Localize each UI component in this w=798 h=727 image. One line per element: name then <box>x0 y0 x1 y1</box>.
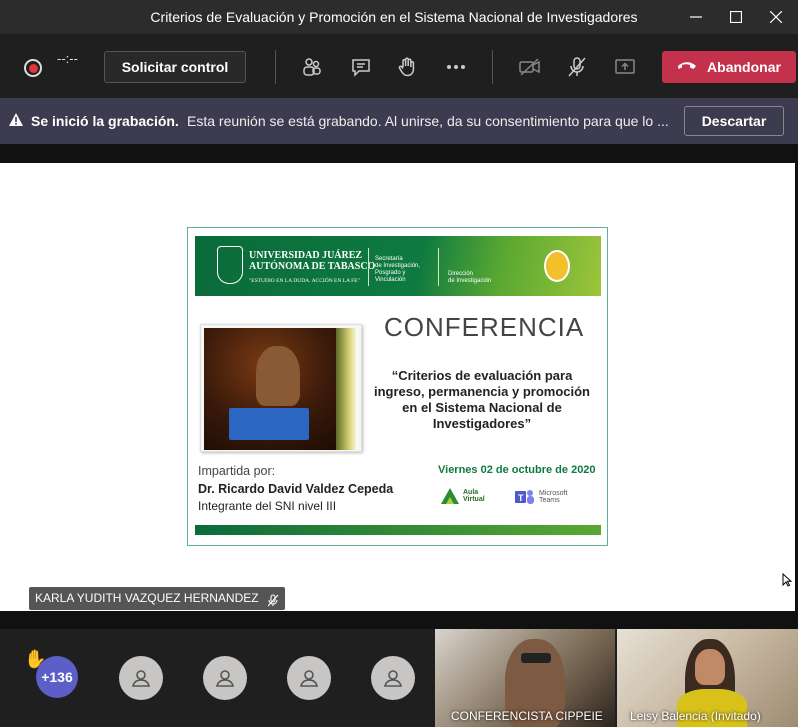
toolbar-divider <box>492 50 493 84</box>
person-icon <box>299 670 319 687</box>
speaker-photo <box>200 324 362 452</box>
presentation-slide: UNIVERSIDAD JUÁREZ AUTÓNOMA DE TABASCO "… <box>187 227 608 546</box>
camera-off-icon[interactable] <box>516 53 544 81</box>
university-motto: "ESTUDIO EN LA DUDA. ACCIÓN EN LA FE" <box>249 278 360 284</box>
meeting-timer: --:-- <box>57 51 78 66</box>
secretaria-text: Secretaría de Investigación, Posgrado y … <box>375 256 421 283</box>
hang-up-icon <box>677 59 697 75</box>
university-name: UNIVERSIDAD JUÁREZ AUTÓNOMA DE TABASCO <box>249 250 376 272</box>
minimize-icon[interactable] <box>676 0 716 34</box>
toolbar-divider <box>275 50 276 84</box>
university-crest-icon <box>217 246 243 284</box>
header-divider <box>438 248 439 286</box>
svg-text:T: T <box>518 493 524 503</box>
leave-button[interactable]: Abandonar <box>662 51 796 83</box>
participant-gallery: +136 ✋ CONFERENCISTA CIPPEIE Leisy Balen… <box>0 629 798 727</box>
aula-virtual-icon <box>441 488 459 504</box>
conference-date: Viernes 02 de octubre de 2020 <box>438 464 596 476</box>
close-icon[interactable] <box>756 0 796 34</box>
avatar[interactable] <box>203 656 247 700</box>
chat-icon[interactable] <box>347 53 375 81</box>
person-icon <box>215 670 235 687</box>
participants-icon[interactable] <box>298 53 326 81</box>
person-icon <box>131 670 151 687</box>
conference-subtitle: “Criterios de evaluación para ingreso, p… <box>374 368 590 431</box>
stage-border <box>0 144 798 163</box>
avatar[interactable] <box>119 656 163 700</box>
banner-text: Esta reunión se está grabando. Al unirse… <box>187 113 669 129</box>
aula-virtual-logo: Aula Virtual <box>440 487 485 505</box>
imparted-by-label: Impartida por: <box>198 464 276 478</box>
meeting-toolbar: --:-- Solicitar control Abandonar <box>0 34 798 98</box>
stage-border <box>0 611 798 629</box>
aula-virtual-label: Aula Virtual <box>463 489 485 503</box>
title-bar: Criterios de Evaluación y Promoción en e… <box>0 0 798 34</box>
dismiss-button[interactable]: Descartar <box>684 106 784 136</box>
speaker-role: Integrante del SNI nivel III <box>198 499 337 513</box>
conference-heading: CONFERENCIA <box>384 312 585 342</box>
maximize-icon[interactable] <box>716 0 756 34</box>
participant-name: CONFERENCISTA CIPPEIE <box>451 709 603 723</box>
raise-hand-icon[interactable] <box>393 53 421 81</box>
teams-label: Microsoft Teams <box>539 490 568 504</box>
recording-icon <box>24 59 42 77</box>
mic-off-icon[interactable] <box>563 53 591 81</box>
avatar[interactable] <box>371 656 415 700</box>
share-screen-icon[interactable] <box>611 53 639 81</box>
mouse-cursor-icon <box>782 572 793 592</box>
raised-hand-icon: ✋ <box>24 649 47 669</box>
person-icon <box>383 670 403 687</box>
header-divider <box>368 248 369 286</box>
recording-banner: Se inició la grabación. Esta reunión se … <box>0 98 798 144</box>
leave-label: Abandonar <box>707 59 781 75</box>
participant-name: Leisy Balencia (Invitado) <box>630 709 761 723</box>
warning-icon <box>8 112 24 132</box>
request-control-button[interactable]: Solicitar control <box>104 51 246 83</box>
window-title: Criterios de Evaluación y Promoción en e… <box>150 9 638 25</box>
avatar[interactable] <box>287 656 331 700</box>
teams-icon: T <box>515 490 534 504</box>
speaker-name: Dr. Ricardo David Valdez Cepeda <box>198 482 394 496</box>
shared-screen: UNIVERSIDAD JUÁREZ AUTÓNOMA DE TABASCO "… <box>0 163 795 611</box>
slide-footer <box>195 525 601 535</box>
presenter-name-tag: KARLA YUDITH VAZQUEZ HERNANDEZ <box>29 587 285 610</box>
direccion-text: Dirección de Investigación <box>448 271 492 284</box>
teams-logo: T Microsoft Teams <box>514 488 567 506</box>
banner-title: Se inició la grabación. <box>31 113 179 129</box>
department-logo-icon <box>544 250 570 282</box>
presenter-name: KARLA YUDITH VAZQUEZ HERNANDEZ <box>35 591 259 605</box>
participant-video[interactable]: CONFERENCISTA CIPPEIE <box>435 629 615 727</box>
slide-header: UNIVERSIDAD JUÁREZ AUTÓNOMA DE TABASCO "… <box>195 236 601 296</box>
participant-video[interactable]: Leisy Balencia (Invitado) <box>617 629 798 727</box>
more-options-icon[interactable] <box>442 53 470 81</box>
